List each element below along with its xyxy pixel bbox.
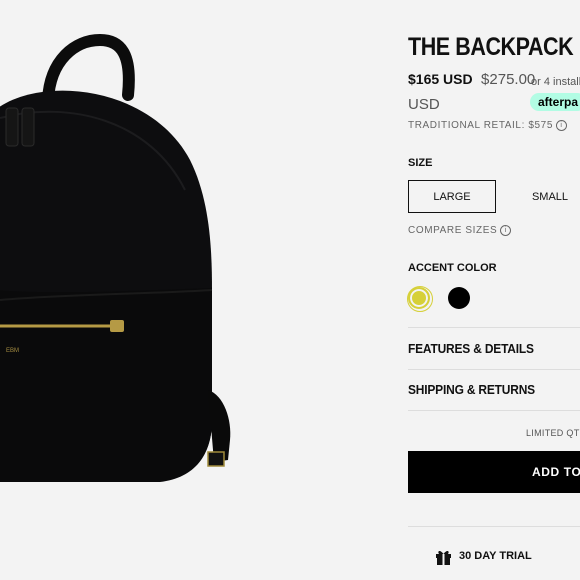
swatch-gold[interactable]	[407, 286, 433, 312]
selected-ring	[407, 286, 433, 312]
backpack-image: EBM	[0, 33, 231, 482]
divider	[408, 526, 580, 527]
size-label: SIZE	[408, 157, 433, 169]
shipping-returns-accordion[interactable]: SHIPPING & RETURNS	[408, 382, 535, 397]
divider	[408, 327, 580, 328]
sale-price: $165 USD	[408, 71, 473, 87]
product-title: THE BACKPACK	[408, 33, 574, 61]
traditional-retail: TRADITIONAL RETAIL: $575 i	[408, 120, 567, 131]
afterpay-badge[interactable]: afterpa	[530, 93, 580, 111]
features-details-accordion[interactable]: FEATURES & DETAILS	[408, 341, 534, 356]
original-price-currency: USD	[408, 96, 440, 113]
add-to-cart-button[interactable]: ADD TO C	[408, 451, 580, 493]
original-price: $275.00	[481, 71, 536, 88]
info-icon: i	[500, 225, 512, 236]
limited-qty-note: LIMITED QTY A	[526, 428, 580, 438]
divider	[408, 410, 580, 411]
add-to-cart-label: ADD TO C	[532, 465, 580, 479]
size-option-large[interactable]: LARGE	[408, 180, 496, 213]
price-row: $165 USD $275.00	[408, 71, 535, 89]
installments-text: or 4 installm	[531, 76, 580, 88]
monogram-text: EBM	[6, 348, 19, 354]
product-image: EBM	[0, 0, 390, 580]
divider	[408, 369, 580, 370]
compare-sizes-link[interactable]: COMPARE SIZES i	[408, 225, 512, 237]
info-icon[interactable]: i	[556, 120, 567, 131]
swatch-black[interactable]	[448, 287, 470, 309]
product-details-panel: THE BACKPACK $165 USD $275.00 USD or 4 i…	[407, 0, 580, 580]
size-option-small[interactable]: SMALL	[506, 180, 580, 213]
trial-text: 30 DAY TRIAL	[459, 550, 532, 562]
compare-sizes-text: COMPARE SIZES	[408, 225, 498, 237]
accent-color-label: ACCENT COLOR	[408, 262, 497, 274]
traditional-retail-text: TRADITIONAL RETAIL: $575	[408, 120, 553, 132]
gift-icon	[436, 550, 451, 565]
